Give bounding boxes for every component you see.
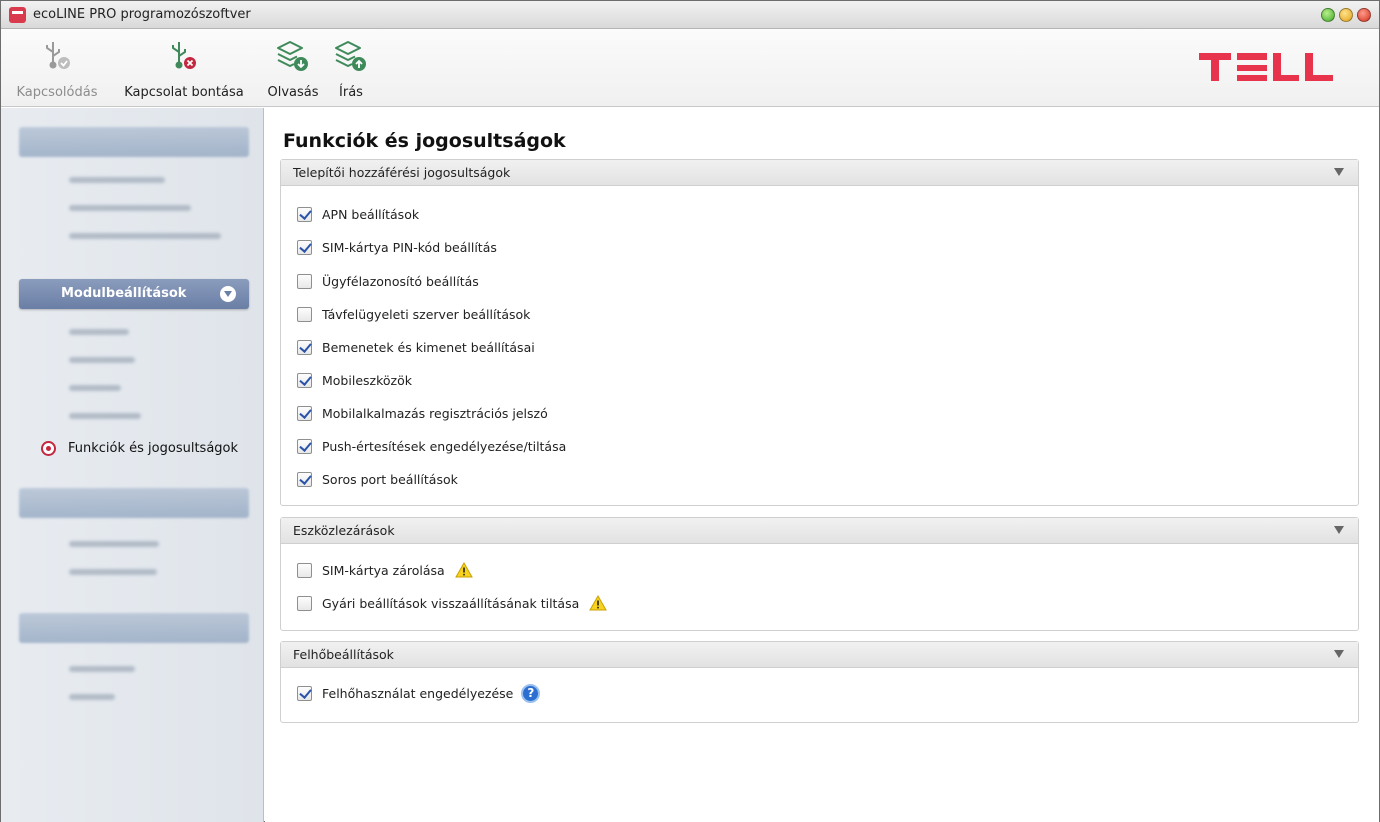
close-button[interactable] <box>1357 8 1371 22</box>
disconnect-label: Kapcsolat bontása <box>124 85 244 100</box>
checkbox-label: Gyári beállítások visszaállításának tilt… <box>322 595 580 611</box>
checkbox-label: APN beállítások <box>322 206 420 222</box>
checkbox-row[interactable]: Mobileszközök <box>297 371 412 389</box>
checkbox[interactable] <box>297 438 312 454</box>
section-title: Telepítői hozzáférési jogosultságok <box>293 165 511 180</box>
window-title: ecoLINE PRO programozószoftver <box>33 7 251 22</box>
sidebar-item-label: Funkciók és jogosultságok <box>68 440 239 456</box>
checkbox-row[interactable]: SIM-kártya PIN-kód beállítás <box>297 238 497 256</box>
tell-logo <box>1199 53 1333 81</box>
section-header[interactable]: Eszközlezárások <box>281 518 1358 544</box>
sidebar-group-header[interactable] <box>19 488 249 518</box>
sidebar-item[interactable] <box>69 569 157 575</box>
sidebar-item[interactable] <box>69 177 165 183</box>
title-bar: ecoLINE PRO programozószoftver <box>1 1 1379 29</box>
main-content: Funkciók és jogosultságok Telepítői hozz… <box>265 108 1379 822</box>
checkbox-row[interactable]: Ügyfélazonosító beállítás <box>297 272 479 290</box>
collapse-arrow-icon[interactable] <box>1334 650 1344 658</box>
checkbox[interactable] <box>297 405 312 421</box>
checkbox-label: Ügyfélazonosító beállítás <box>322 273 479 289</box>
maximize-button[interactable] <box>1339 8 1353 22</box>
sidebar-item-funkciok[interactable]: Funkciók és jogosultságok <box>41 440 238 456</box>
sidebar-item[interactable] <box>69 385 121 391</box>
checkbox-row[interactable]: SIM-kártya zárolása <box>297 561 473 579</box>
connect-label: Kapcsolódás <box>16 85 98 100</box>
sidebar-item[interactable] <box>69 329 129 335</box>
checkbox[interactable] <box>297 206 312 222</box>
checkbox[interactable] <box>297 471 312 487</box>
app-logo-icon <box>9 7 26 23</box>
toolbar: Kapcsolódás Kapcsolat bontása Olvasás Ír… <box>1 29 1379 107</box>
sidebar: Modulbeállítások Funkciók és jogosultság… <box>1 108 264 822</box>
checkbox-row[interactable]: Push-értesítések engedélyezése/tiltása <box>297 437 566 455</box>
sidebar-item[interactable] <box>69 205 191 211</box>
checkbox[interactable] <box>297 595 312 611</box>
sidebar-group-header[interactable] <box>19 127 249 157</box>
section-device-locks: Eszközlezárások SIM-kártya zárolása Gyár… <box>280 517 1359 631</box>
collapse-arrow-icon[interactable] <box>1334 168 1344 176</box>
checkbox[interactable] <box>297 372 312 388</box>
checkbox[interactable] <box>297 273 312 289</box>
sidebar-item[interactable] <box>69 694 115 700</box>
checkbox[interactable] <box>297 306 312 322</box>
sidebar-item[interactable] <box>69 541 159 547</box>
warning-icon <box>589 595 608 611</box>
checkbox-row[interactable]: Felhőhasználat engedélyezése ? <box>297 683 541 703</box>
sidebar-group-header[interactable] <box>19 613 249 643</box>
checkbox-label: Mobilalkalmazás regisztrációs jelszó <box>322 405 548 421</box>
section-installer-permissions: Telepítői hozzáférési jogosultságok APN … <box>280 159 1359 506</box>
warning-icon <box>454 562 473 578</box>
sidebar-group-label: Modulbeállítások <box>61 286 187 301</box>
sidebar-group-modulbeallitasok[interactable]: Modulbeállítások <box>19 279 249 309</box>
section-header[interactable]: Felhőbeállítások <box>281 642 1358 668</box>
connect-button[interactable]: Kapcsolódás <box>15 35 99 101</box>
checkbox[interactable] <box>297 339 312 355</box>
collapse-arrow-icon[interactable] <box>1334 526 1344 534</box>
window-controls <box>1321 8 1371 22</box>
read-layers-icon <box>277 41 308 71</box>
section-title: Eszközlezárások <box>293 523 395 538</box>
usb-disconnect-icon <box>172 42 196 69</box>
chevron-down-icon <box>220 286 236 302</box>
checkbox-row[interactable]: Soros port beállítások <box>297 470 458 488</box>
page-title: Funkciók és jogosultságok <box>283 130 566 152</box>
checkbox-label: SIM-kártya zárolása <box>322 562 445 578</box>
section-cloud-settings: Felhőbeállítások Felhőhasználat engedély… <box>280 641 1359 723</box>
read-label: Olvasás <box>267 85 319 100</box>
checkbox-label: Push-értesítések engedélyezése/tiltása <box>322 438 567 454</box>
sidebar-item[interactable] <box>69 357 135 363</box>
checkbox-row[interactable]: APN beállítások <box>297 205 419 223</box>
checkbox-row[interactable]: Mobilalkalmazás regisztrációs jelszó <box>297 404 548 422</box>
sidebar-item[interactable] <box>69 666 135 672</box>
write-button[interactable]: Írás <box>331 35 371 101</box>
write-label: Írás <box>339 85 363 100</box>
app-window: ecoLINE PRO programozószoftver Kapcsolód… <box>0 0 1380 822</box>
checkbox-label: Bemenetek és kimenet beállításai <box>322 339 535 355</box>
section-header[interactable]: Telepítői hozzáférési jogosultságok <box>281 160 1358 186</box>
section-title: Felhőbeállítások <box>293 647 394 662</box>
checkbox-label: Távfelügyeleti szerver beállítások <box>322 306 531 322</box>
checkbox[interactable] <box>297 685 312 701</box>
read-button[interactable]: Olvasás <box>263 35 323 101</box>
sidebar-item[interactable] <box>69 413 141 419</box>
checkbox-row[interactable]: Gyári beállítások visszaállításának tilt… <box>297 594 608 612</box>
checkbox-label: Felhőhasználat engedélyezése <box>322 685 514 701</box>
checkbox-label: Soros port beállítások <box>322 471 458 487</box>
disconnect-button[interactable]: Kapcsolat bontása <box>119 35 249 101</box>
checkbox-row[interactable]: Bemenetek és kimenet beállításai <box>297 338 535 356</box>
checkbox-row[interactable]: Távfelügyeleti szerver beállítások <box>297 305 530 323</box>
checkbox-label: SIM-kártya PIN-kód beállítás <box>322 239 497 255</box>
checkbox[interactable] <box>297 239 312 255</box>
sidebar-item[interactable] <box>69 233 221 239</box>
minimize-button[interactable] <box>1321 8 1335 22</box>
help-icon[interactable]: ? <box>521 683 541 703</box>
selected-radio-icon <box>41 440 56 456</box>
usb-connect-icon <box>46 42 70 69</box>
write-layers-icon <box>335 41 366 71</box>
checkbox[interactable] <box>297 562 312 578</box>
checkbox-label: Mobileszközök <box>322 372 412 388</box>
